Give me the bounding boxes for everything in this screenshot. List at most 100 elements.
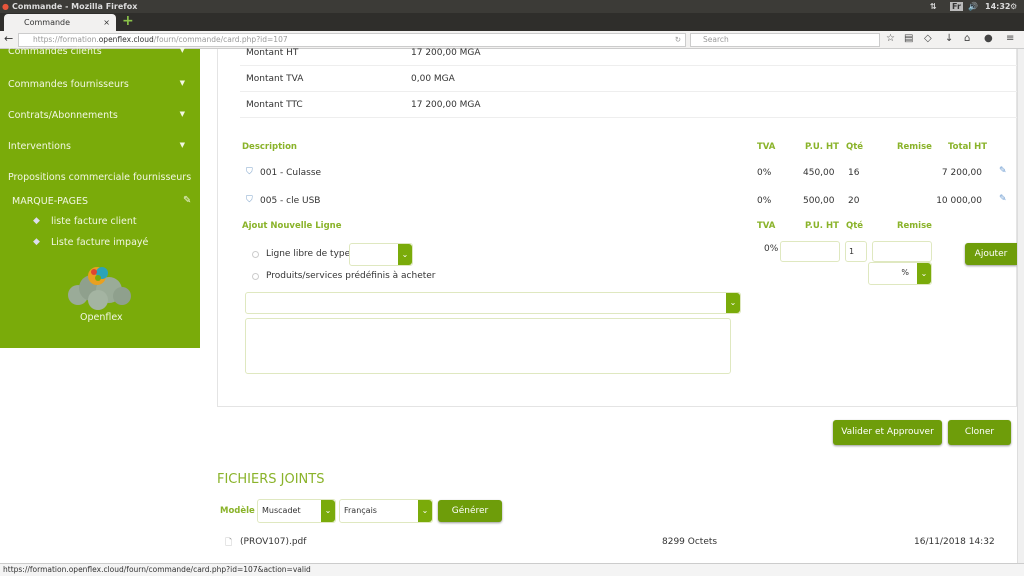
- product-link[interactable]: 001 - Culasse: [260, 168, 321, 178]
- free-line-type-select[interactable]: ⌄: [349, 243, 413, 266]
- bookmark-icon: ◆: [33, 237, 40, 247]
- tab-title: Commande: [24, 18, 71, 27]
- radio-predefined-label: Produits/services prédéfinis à acheter: [266, 271, 436, 281]
- remise-unit-value: %: [901, 268, 909, 277]
- bookmarks-icon[interactable]: ✎: [183, 195, 191, 206]
- pdf-file-icon: 🗋: [225, 538, 233, 548]
- product-link[interactable]: 005 - cle USB: [260, 196, 320, 206]
- close-window-icon[interactable]: ●: [2, 0, 9, 13]
- language-select[interactable]: Français ⌄: [339, 499, 433, 523]
- line-pu: 450,00: [803, 168, 835, 178]
- radio-predefined[interactable]: [252, 273, 259, 280]
- summary-value: 0,00 MGA: [411, 74, 455, 84]
- tab-bar: [0, 13, 1024, 31]
- new-tab-icon[interactable]: +: [122, 13, 134, 29]
- attached-files-title: FICHIERS JOINTS: [217, 472, 325, 487]
- volume-icon[interactable]: 🔊: [968, 0, 978, 13]
- sidebar-item-label: Commandes clients: [8, 46, 102, 57]
- summary-row: Montant HT 17 200,00 MGA: [240, 40, 1017, 66]
- edit-pencil-icon[interactable]: ✎: [999, 166, 1007, 176]
- line-tva: 0%: [757, 168, 772, 178]
- file-date: 16/11/2018 14:32: [914, 537, 995, 547]
- file-size: 8299 Octets: [662, 537, 718, 547]
- new-remise-input[interactable]: [872, 241, 932, 262]
- header-pu: P.U. HT: [805, 142, 839, 152]
- sidebar-item-label: Interventions: [8, 141, 71, 152]
- page-scrollbar[interactable]: [1017, 49, 1024, 563]
- bookmark-liste-facture-impaye[interactable]: Liste facture impayé: [51, 237, 148, 248]
- description-textarea[interactable]: [245, 318, 731, 374]
- new-pu-input[interactable]: [780, 241, 840, 262]
- line-qty: 20: [848, 196, 860, 206]
- chevron-down-icon: ⌄: [917, 263, 931, 284]
- new-header-pu: P.U. HT: [805, 221, 839, 231]
- status-bar: https://formation.openflex.cloud/fourn/c…: [0, 563, 1024, 576]
- gear-icon[interactable]: ⚙: [1010, 0, 1017, 13]
- model-select[interactable]: Muscadet ⌄: [257, 499, 336, 523]
- header-qty: Qté: [846, 142, 864, 152]
- edit-pencil-icon[interactable]: ✎: [999, 194, 1007, 204]
- chevron-down-icon: ⌄: [418, 500, 432, 522]
- new-qty-input[interactable]: 1: [845, 241, 867, 262]
- chevron-down-icon: ⌄: [726, 293, 740, 313]
- summary-value: 17 200,00 MGA: [411, 100, 481, 110]
- language-indicator[interactable]: Fr: [950, 2, 963, 11]
- header-total: Total HT: [948, 142, 988, 152]
- add-line-button[interactable]: Ajouter: [965, 243, 1017, 265]
- close-tab-icon[interactable]: ×: [103, 14, 110, 31]
- summary-row: Montant TVA 0,00 MGA: [240, 66, 1017, 92]
- summary-row: Montant TTC 17 200,00 MGA: [240, 92, 1017, 118]
- clone-button[interactable]: Cloner: [948, 420, 1011, 445]
- new-header-tva: TVA: [757, 221, 776, 231]
- product-icon: ⛉: [246, 167, 253, 177]
- sidebar-item-commandes-fournisseurs[interactable]: Commandes fournisseurs ▼: [8, 79, 193, 90]
- sidebar-item-label: Commandes fournisseurs: [8, 79, 129, 90]
- caret-down-icon: ▼: [179, 110, 185, 118]
- radio-free-line-label: Ligne libre de type: [266, 249, 351, 259]
- caret-down-icon: ▼: [179, 46, 185, 54]
- line-qty: 16: [848, 168, 860, 178]
- new-header-qty: Qté: [846, 221, 864, 231]
- sidebar-item-label: Propositions commerciale fournisseurs: [8, 172, 192, 183]
- caret-down-icon: ▼: [179, 141, 185, 149]
- line-total: 10 000,00: [936, 196, 982, 206]
- os-top-bar: ● Commande - Mozilla Firefox ⇅ Fr 🔊 14:3…: [0, 0, 1024, 13]
- sidebar-item-interventions[interactable]: Interventions ▼: [8, 141, 193, 152]
- line-pu: 500,00: [803, 196, 835, 206]
- sidebar-item-label: Contrats/Abonnements: [8, 110, 118, 121]
- file-link[interactable]: (PROV107).pdf: [240, 537, 306, 547]
- sidebar-item-contrats[interactable]: Contrats/Abonnements ▼: [8, 110, 193, 121]
- validate-approve-button[interactable]: Valider et Approuver: [833, 420, 942, 445]
- logo-text: Openflex: [80, 312, 123, 323]
- openflex-logo: [68, 267, 131, 310]
- generate-button[interactable]: Générer: [438, 500, 502, 522]
- remise-unit-select[interactable]: % ⌄: [868, 262, 932, 285]
- network-icon[interactable]: ⇅: [930, 0, 937, 13]
- header-tva: TVA: [757, 142, 776, 152]
- chevron-down-icon: ⌄: [398, 244, 412, 265]
- line-total: 7 200,00: [941, 168, 982, 178]
- new-line-title: Ajout Nouvelle Ligne: [242, 221, 342, 231]
- sidebar-item-propositions[interactable]: Propositions commerciale fournisseurs: [8, 172, 203, 183]
- caret-down-icon: ▼: [179, 79, 185, 87]
- header-remise: Remise: [897, 142, 932, 152]
- product-icon: ⛉: [246, 195, 253, 205]
- new-header-remise: Remise: [897, 221, 932, 231]
- back-icon[interactable]: ←: [4, 32, 13, 45]
- summary-label: Montant HT: [246, 48, 299, 58]
- sidebar-item-commandes-clients[interactable]: Commandes clients ▼: [8, 46, 193, 57]
- new-tva-value: 0%: [764, 244, 779, 254]
- bookmark-liste-facture-client[interactable]: liste facture client: [51, 216, 137, 227]
- header-description: Description: [242, 142, 297, 152]
- product-select[interactable]: ⌄: [245, 292, 741, 314]
- bookmarks-title: MARQUE-PAGES: [12, 196, 89, 207]
- browser-tab[interactable]: Commande ×: [4, 14, 116, 31]
- bookmark-icon: ◆: [33, 216, 40, 226]
- model-value: Muscadet: [262, 506, 301, 515]
- radio-free-line[interactable]: [252, 251, 259, 258]
- clock[interactable]: 14:32: [985, 0, 1010, 13]
- model-label: Modèle: [220, 506, 255, 516]
- url-prefix: https://formation.: [33, 35, 99, 44]
- summary-value: 17 200,00 MGA: [411, 48, 481, 58]
- summary-label: Montant TVA: [246, 74, 304, 84]
